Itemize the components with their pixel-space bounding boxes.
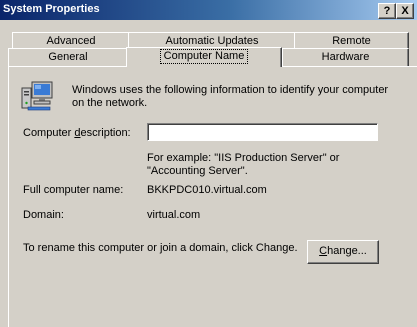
tab-hardware[interactable]: Hardware — [282, 48, 409, 66]
tab-advanced[interactable]: Advanced — [12, 32, 130, 49]
help-button[interactable]: ? — [378, 3, 396, 19]
computer-icon — [21, 81, 53, 111]
tab-remote[interactable]: Remote — [294, 32, 409, 49]
domain-value: virtual.com — [147, 209, 201, 221]
rename-instruction: To rename this computer or join a domain… — [23, 242, 298, 254]
tab-label: Advanced — [46, 35, 96, 47]
intro-text: Windows uses the following information t… — [72, 84, 389, 109]
domain-label: Domain: — [23, 209, 64, 221]
tab-label: Remote — [332, 35, 371, 47]
tab-label: General — [48, 51, 88, 63]
change-button[interactable]: Change... — [307, 240, 379, 264]
title-bar[interactable]: System Properties ? X — [0, 0, 417, 20]
computer-description-input[interactable] — [147, 123, 378, 141]
tab-computer-name[interactable]: Computer Name — [126, 47, 282, 67]
full-computer-name-value: BKKPDC010.virtual.com — [147, 184, 267, 196]
tab-general[interactable]: General — [8, 48, 128, 66]
change-button-label: Change... — [319, 245, 367, 257]
full-computer-name-label: Full computer name: — [23, 184, 124, 196]
window-title: System Properties — [3, 3, 100, 15]
close-button[interactable]: X — [396, 3, 414, 19]
tab-label: Computer Name — [159, 49, 249, 64]
computer-description-label: Computer description: — [23, 127, 131, 139]
example-text: For example: "IIS Production Server" or … — [147, 152, 340, 177]
tab-label: Hardware — [321, 51, 370, 63]
